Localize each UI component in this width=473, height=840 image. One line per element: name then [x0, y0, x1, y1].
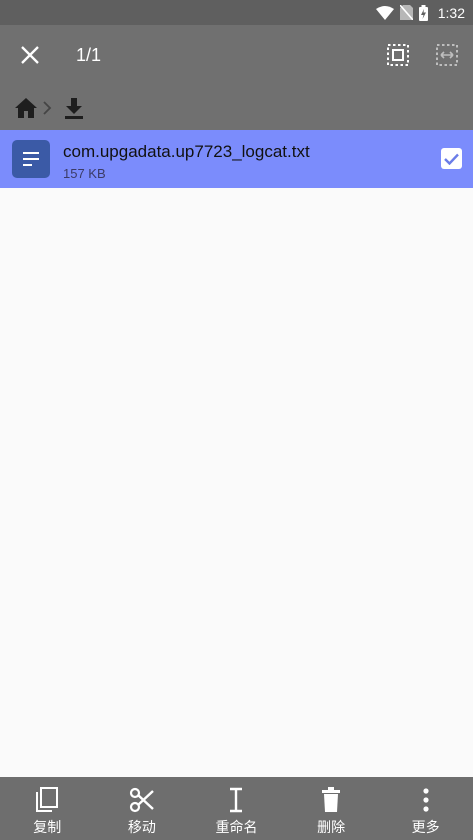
battery-charging-icon	[418, 4, 428, 21]
status-icons: 1:32	[375, 0, 465, 25]
move-label: 移动	[127, 820, 156, 836]
breadcrumb-home[interactable]	[12, 93, 40, 123]
checkmark-icon	[444, 153, 459, 165]
breadcrumb-download[interactable]	[60, 93, 88, 123]
move-button[interactable]: 移动	[97, 777, 187, 840]
close-selection-button[interactable]	[10, 35, 50, 75]
selection-toolbar: 1/1	[0, 25, 473, 130]
text-cursor-icon	[230, 787, 243, 813]
selection-count: 1/1	[76, 45, 102, 65]
breadcrumb-separator	[42, 93, 58, 123]
download-icon	[65, 98, 83, 119]
more-button[interactable]: 更多	[381, 777, 471, 840]
breadcrumb	[12, 93, 88, 123]
select-range-icon	[436, 44, 458, 66]
chevron-right-icon	[43, 101, 52, 115]
cut-icon	[129, 787, 154, 813]
file-size: 157 KB	[63, 166, 106, 181]
rename-button[interactable]: 重命名	[191, 777, 281, 840]
list-item[interactable]: com.upgadata.up7723_logcat.txt 157 KB	[0, 130, 473, 188]
bottom-action-bar: 复制 移动 重命名 删除 更多	[0, 777, 473, 840]
file-name: com.upgadata.up7723_logcat.txt	[63, 142, 310, 161]
select-range-button[interactable]	[427, 35, 467, 75]
copy-icon	[36, 787, 59, 812]
delete-button[interactable]: 删除	[286, 777, 376, 840]
file-checkbox[interactable]	[441, 148, 462, 169]
rename-label: 重命名	[215, 820, 258, 836]
copy-label: 复制	[33, 820, 62, 836]
copy-button[interactable]: 复制	[2, 777, 92, 840]
select-all-icon	[387, 44, 409, 66]
close-icon	[21, 46, 39, 64]
more-label: 更多	[411, 820, 440, 836]
status-bar: 1:32	[0, 0, 473, 25]
home-icon	[15, 98, 37, 118]
trash-icon	[322, 787, 341, 812]
text-file-icon	[12, 140, 50, 178]
wifi-icon	[375, 5, 394, 20]
select-all-button[interactable]	[378, 35, 418, 75]
no-sim-icon	[399, 5, 413, 20]
clock: 1:32	[437, 4, 465, 21]
more-vert-icon	[423, 788, 429, 812]
delete-label: 删除	[317, 820, 346, 836]
